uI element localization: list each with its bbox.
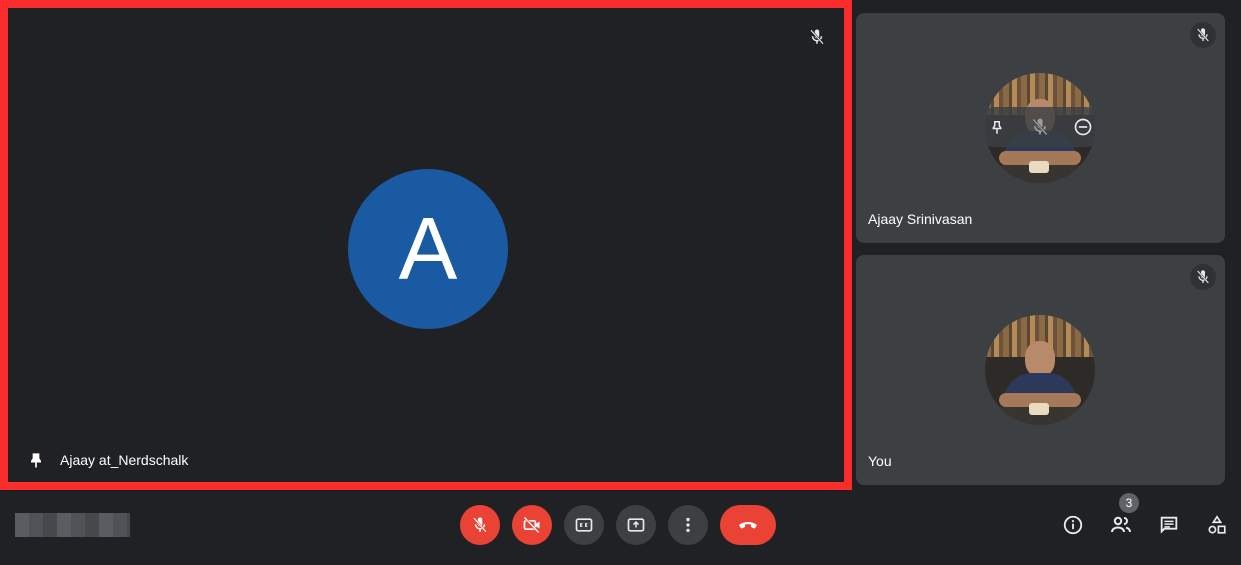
- people-icon: [1109, 513, 1133, 537]
- pin-icon[interactable]: [983, 113, 1011, 141]
- mute-icon[interactable]: [1026, 113, 1054, 141]
- people-button[interactable]: 3: [1097, 493, 1145, 545]
- participant-name: Ajaay at_Nerdschalk: [60, 452, 189, 468]
- chat-icon: [1158, 514, 1180, 536]
- participant-photo: [985, 315, 1095, 425]
- participant-avatar: A: [348, 169, 508, 329]
- mic-toggle-button[interactable]: [460, 505, 500, 545]
- participant-name: You: [868, 453, 892, 469]
- camera-off-icon: [522, 515, 542, 535]
- mic-off-icon: [1190, 264, 1216, 290]
- tile-hover-actions: [975, 107, 1105, 147]
- participant-tile-ajaay-srinivasan[interactable]: Ajaay Srinivasan: [856, 13, 1225, 243]
- meeting-info-redacted: [15, 513, 130, 537]
- activities-button[interactable]: [1193, 505, 1241, 545]
- mic-off-icon: [1190, 22, 1216, 48]
- camera-toggle-button[interactable]: [512, 505, 552, 545]
- call-controls: [460, 505, 776, 545]
- call-end-icon: [736, 513, 760, 537]
- info-icon: [1062, 514, 1084, 536]
- leave-call-button[interactable]: [720, 505, 776, 545]
- activities-icon: [1206, 514, 1228, 536]
- mic-off-icon: [471, 516, 489, 534]
- pin-icon[interactable]: [26, 450, 46, 470]
- participant-name-bar: Ajaay at_Nerdschalk: [26, 450, 188, 470]
- participant-tile-you[interactable]: You: [856, 255, 1225, 485]
- meeting-side-controls: 3: [1049, 493, 1241, 545]
- more-vert-icon: [678, 515, 698, 535]
- present-screen-icon: [626, 515, 646, 535]
- main-participant-tile[interactable]: A Ajaay at_Nerdschalk: [0, 0, 852, 490]
- meeting-details-button[interactable]: [1049, 505, 1097, 545]
- chat-button[interactable]: [1145, 505, 1193, 545]
- more-options-button[interactable]: [668, 505, 708, 545]
- remove-icon[interactable]: [1069, 113, 1097, 141]
- mic-off-icon: [804, 24, 830, 50]
- captions-icon: [574, 515, 594, 535]
- present-screen-button[interactable]: [616, 505, 656, 545]
- captions-button[interactable]: [564, 505, 604, 545]
- participant-name: Ajaay Srinivasan: [868, 211, 973, 227]
- people-count-badge: 3: [1119, 493, 1139, 513]
